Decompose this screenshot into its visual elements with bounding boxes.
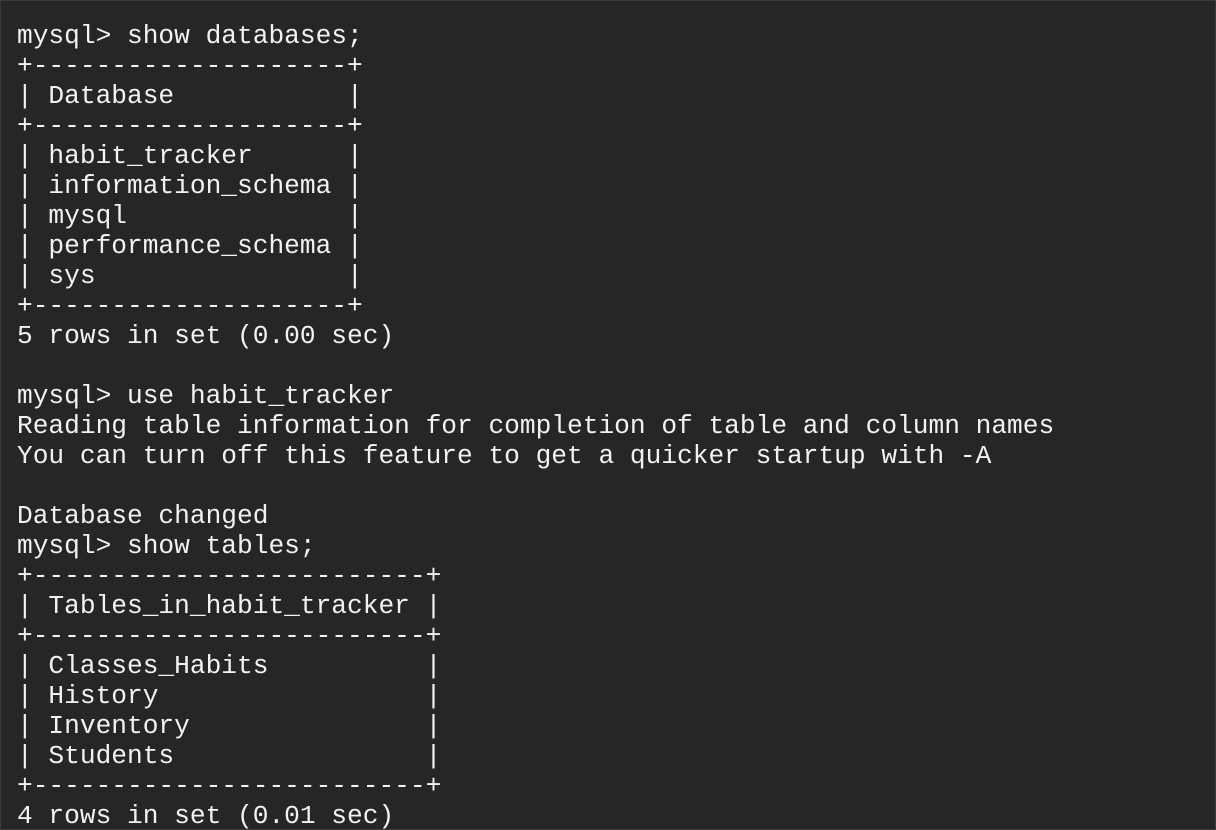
table-row: | habit_tracker |: [17, 141, 363, 171]
table-row: | Students |: [17, 741, 442, 771]
table-row: | mysql |: [17, 201, 363, 231]
table-border: +--------------------+: [17, 51, 363, 81]
table-header: | Tables_in_habit_tracker |: [17, 591, 442, 621]
table-border: +--------------------+: [17, 291, 363, 321]
table-row: | performance_schema |: [17, 231, 363, 261]
table-header: | Database |: [17, 81, 363, 111]
result-summary: 4 rows in set (0.01 sec): [17, 801, 395, 830]
command-line: mysql> show tables;: [17, 531, 316, 561]
command-line: mysql> show databases;: [17, 21, 363, 51]
table-row: | Inventory |: [17, 711, 442, 741]
command-line: mysql> use habit_tracker: [17, 381, 395, 411]
output-line: Database changed: [17, 501, 269, 531]
table-border: +--------------------+: [17, 111, 363, 141]
table-border: +-------------------------+: [17, 621, 442, 651]
table-row: | History |: [17, 681, 442, 711]
table-row: | information_schema |: [17, 171, 363, 201]
table-border: +-------------------------+: [17, 771, 442, 801]
output-line: Reading table information for completion…: [17, 411, 1055, 441]
output-line: You can turn off this feature to get a q…: [17, 441, 992, 471]
table-border: +-------------------------+: [17, 561, 442, 591]
table-row: | sys |: [17, 261, 363, 291]
result-summary: 5 rows in set (0.00 sec): [17, 321, 395, 351]
terminal-window[interactable]: mysql> show databases; +----------------…: [0, 0, 1216, 830]
table-row: | Classes_Habits |: [17, 651, 442, 681]
